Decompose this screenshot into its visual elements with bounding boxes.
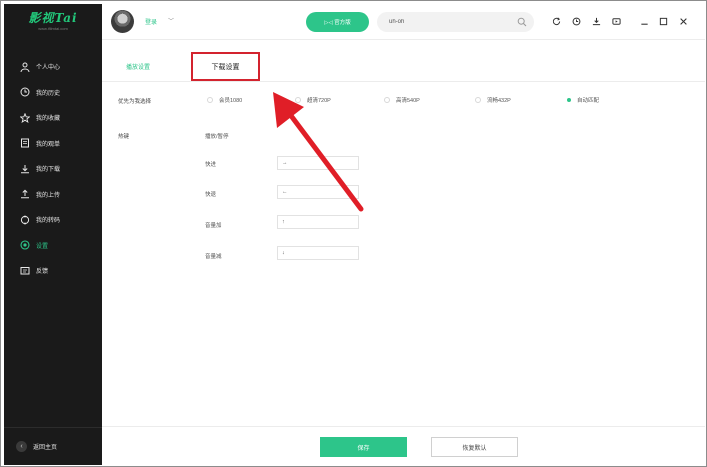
sidebar-item-settings[interactable]: 设置 [4,233,102,259]
gear-icon [20,240,30,250]
tab-download-settings[interactable]: 下载设置 [191,52,260,81]
app-logo: 影视Tai www.ifilmtai.com [4,10,102,38]
sidebar-nav: 个人中心 我的历史 我的收藏 我的观单 我的下载 我的上传 我的转码 设置 反馈 [4,54,102,284]
save-button[interactable]: 保存 [320,437,407,457]
search-icon[interactable] [517,17,527,27]
quality-option-label: 超清720P [307,98,331,104]
close-icon[interactable] [678,16,688,26]
feedback-icon [20,266,30,276]
download-icon [20,164,30,174]
clock-icon [20,87,30,97]
radio-dot [475,97,481,103]
quality-option-auto[interactable]: 自动匹配 [567,96,599,104]
screen-icon[interactable] [611,16,621,26]
app-window: 影视Tai www.ifilmtai.com 个人中心 我的历史 我的收藏 我的… [0,0,707,467]
login-link[interactable]: 登录 [145,17,157,26]
top-header: 登录 ﹀ ▷◁ 官方版 [102,4,705,40]
download-icon[interactable] [591,16,601,26]
clock-icon[interactable] [571,16,581,26]
sidebar-item-uploads[interactable]: 我的上传 [4,182,102,208]
quality-option-label: 流畅432P [487,98,511,104]
sidebar-item-downloads[interactable]: 我的下载 [4,156,102,182]
sidebar-item-label: 反馈 [36,269,49,276]
sidebar: 影视Tai www.ifilmtai.com 个人中心 我的历史 我的收藏 我的… [4,4,102,465]
sidebar-item-history[interactable]: 我的历史 [4,80,102,106]
convert-icon [20,215,30,225]
sidebar-item-label: 我的上传 [36,192,61,199]
quality-option-432p[interactable]: 流畅432P [475,96,511,104]
hotkey-forward-label: 快进 [205,162,217,168]
sidebar-item-transcode[interactable]: 我的转码 [4,207,102,233]
radio-dot [295,97,301,103]
sidebar-item-feedback[interactable]: 反馈 [4,258,102,284]
priority-label: 优先为我选择 [118,99,152,105]
back-home-button[interactable]: ‹ 返回主页 [4,427,102,465]
hotkey-volume-up-label: 音量加 [205,223,222,229]
chevron-down-icon[interactable]: ﹀ [168,16,174,25]
upload-icon [20,189,30,199]
hotkey-volume-up-input[interactable]: ↑ [277,215,359,229]
sidebar-item-label: 我的下载 [36,167,61,174]
tab-download-label: 下载设置 [211,63,240,71]
hotkey-volume-down-input[interactable]: ↓ [277,246,359,260]
avatar[interactable] [111,10,134,33]
sidebar-item-favorites[interactable]: 我的收藏 [4,105,102,131]
radio-dot [384,97,390,103]
sidebar-item-label: 个人中心 [36,65,61,72]
sidebar-item-profile[interactable]: 个人中心 [4,54,102,80]
quality-option-1080[interactable]: 会员1080 [207,96,242,104]
settings-tabs: 播放设置 下载设置 [102,41,705,82]
reset-default-button[interactable]: 恢复默认 [431,437,518,457]
quality-option-label: 高清540P [396,98,420,104]
quality-option-540p[interactable]: 高清540P [384,96,420,104]
quality-option-720p[interactable]: 超清720P [295,96,331,104]
radio-dot-selected [567,98,571,102]
quality-option-label: 自动匹配 [577,98,600,104]
hotkey-rewind-label: 快退 [205,192,217,198]
maximize-icon[interactable] [658,16,668,26]
sidebar-item-label: 我的转码 [36,218,61,225]
hotkey-label: 热键 [118,134,130,140]
minimize-icon[interactable] [639,16,649,26]
tab-play-settings[interactable]: 播放设置 [126,62,150,71]
hotkey-rewind-input[interactable]: ← [277,185,359,199]
person-icon [20,62,30,72]
sidebar-item-label: 我的观单 [36,141,61,148]
sidebar-item-watchlist[interactable]: 我的观单 [4,131,102,157]
sidebar-item-label: 我的历史 [36,90,61,97]
hotkey-play-pause-label: 播放/暂停 [205,134,229,140]
official-version-button[interactable]: ▷◁ 官方版 [306,12,369,32]
radio-dot [207,97,213,103]
search-box [377,12,534,32]
refresh-icon[interactable] [551,16,561,26]
quality-option-label: 会员1080 [219,98,243,104]
chevron-left-icon: ‹ [16,441,27,452]
sidebar-item-label: 设置 [36,243,49,250]
logo-text: 影视Tai [28,11,78,25]
search-input[interactable] [389,15,509,29]
star-icon [20,112,30,123]
sidebar-item-label: 我的收藏 [36,116,61,123]
hotkey-forward-input[interactable]: → [277,156,359,170]
settings-footer: 保存 恢复默认 [102,426,705,465]
logo-site: www.ifilmtai.com [38,26,68,31]
hotkey-volume-down-label: 音量减 [205,254,222,260]
list-icon [20,138,30,148]
back-home-label: 返回主页 [33,445,58,451]
